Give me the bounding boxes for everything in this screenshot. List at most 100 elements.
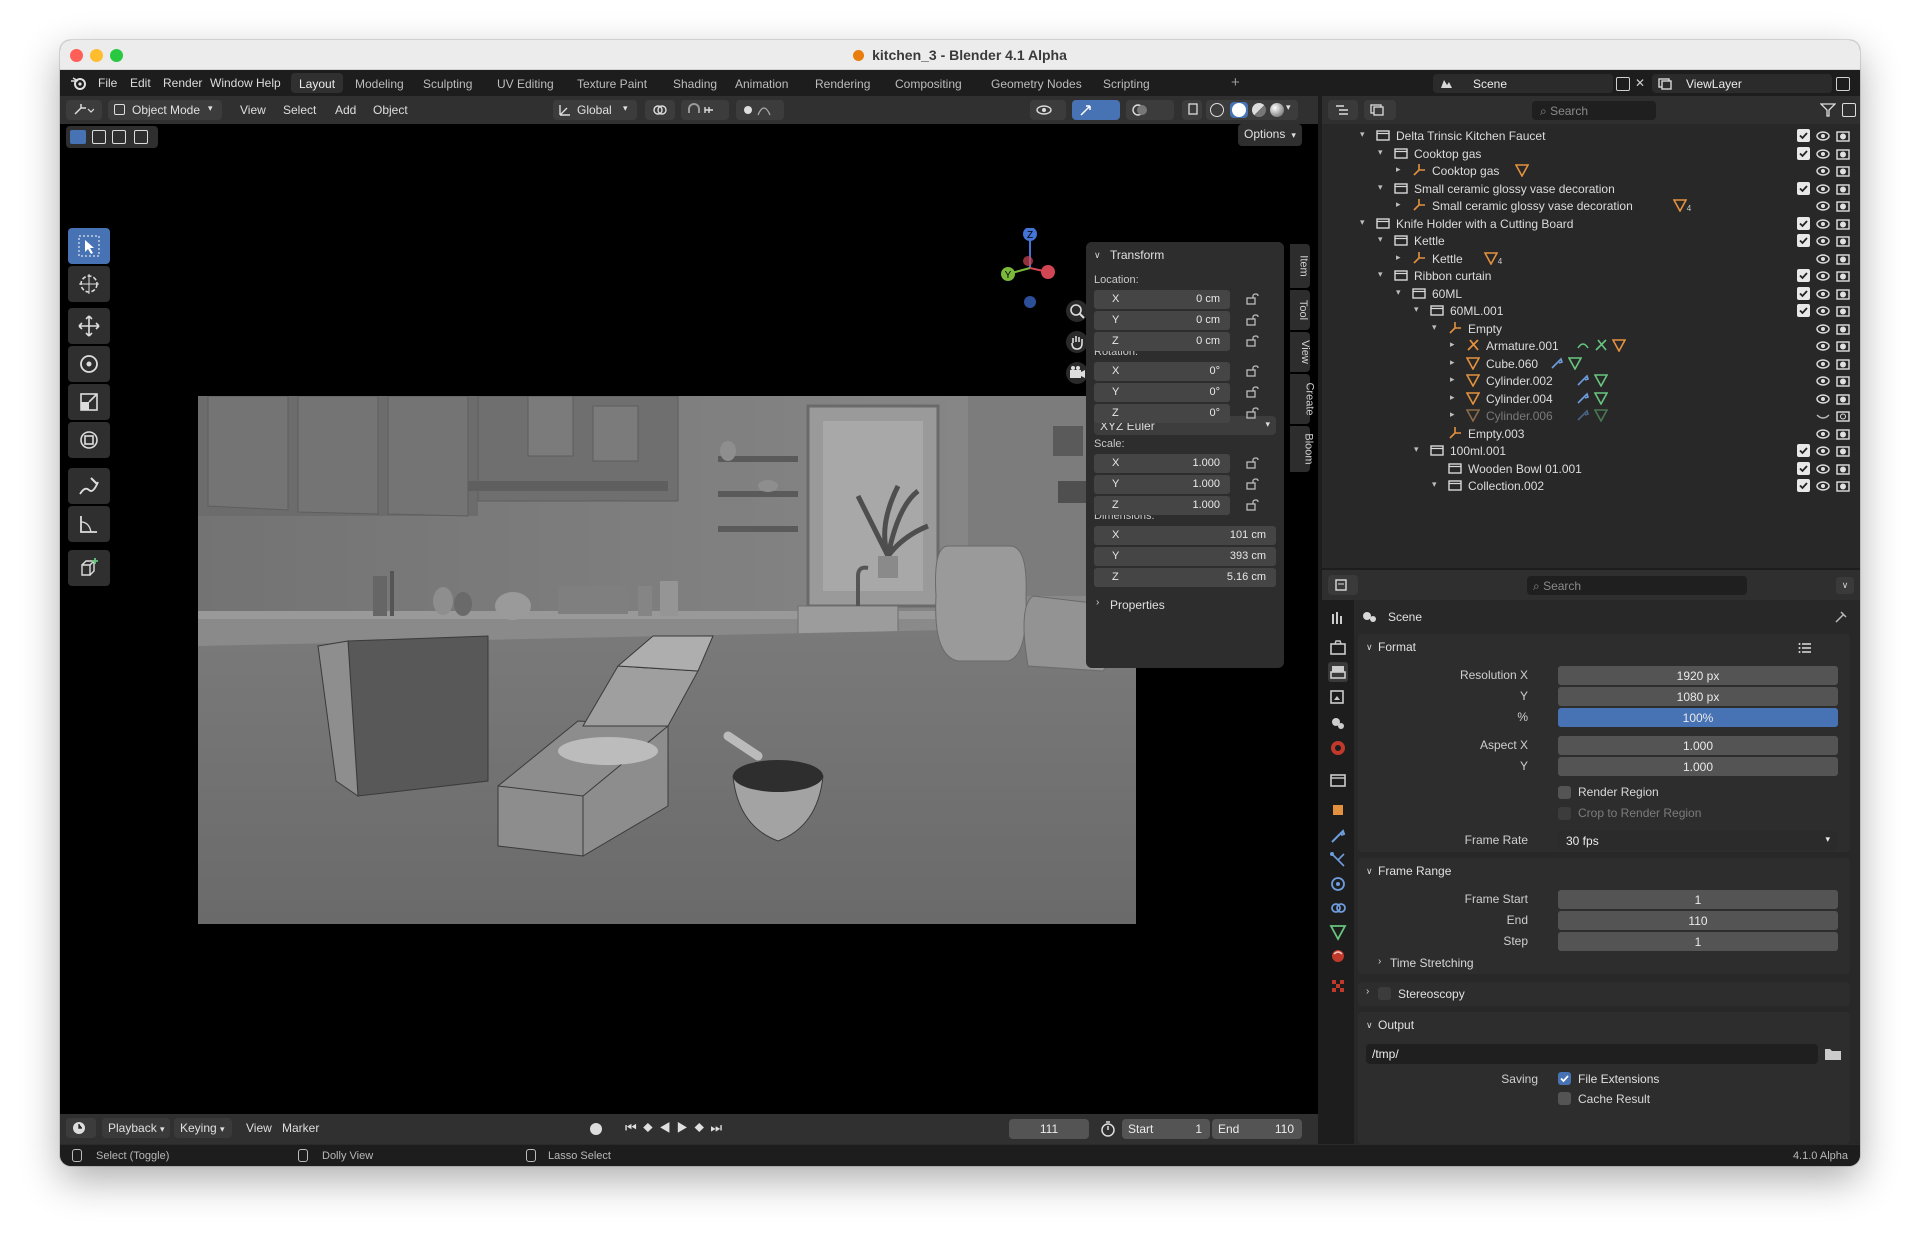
resolution-x-field[interactable]: 1920 px xyxy=(1558,666,1838,685)
pan-view-button[interactable] xyxy=(1066,331,1088,353)
texture-tab-icon[interactable] xyxy=(1328,976,1348,996)
location-z-field[interactable]: Z 0 cm xyxy=(1094,332,1230,351)
overlays-toggle[interactable] xyxy=(1126,100,1174,120)
aspect-x-field[interactable]: 1.000 xyxy=(1558,736,1838,755)
tab-animation[interactable]: Animation xyxy=(727,73,796,93)
chevron-down-icon[interactable]: ∨ xyxy=(1366,1020,1373,1031)
chevron-down-icon[interactable]: ▾ xyxy=(1414,444,1419,455)
modifier-tab-icon[interactable] xyxy=(1328,826,1348,846)
scale-x-field[interactable]: X 1.000 xyxy=(1094,454,1230,473)
unlock-icon[interactable] xyxy=(1246,478,1260,490)
gizmo-toggle[interactable] xyxy=(1072,100,1120,120)
render-camera-icon[interactable] xyxy=(1836,287,1850,301)
cache-result-checkbox[interactable] xyxy=(1558,1092,1571,1105)
stereoscopy-checkbox[interactable] xyxy=(1378,987,1391,1000)
unlock-icon[interactable] xyxy=(1246,335,1260,347)
render-camera-icon[interactable] xyxy=(1836,129,1850,143)
exclude-checkbox[interactable] xyxy=(1797,269,1810,282)
format-panel-title[interactable]: Format xyxy=(1378,640,1416,654)
frame-range-title[interactable]: Frame Range xyxy=(1378,864,1451,878)
particles-tab-icon[interactable] xyxy=(1328,850,1348,870)
chevron-down-icon[interactable]: ▾ xyxy=(1432,479,1437,490)
render-camera-icon[interactable] xyxy=(1836,409,1850,423)
scale-z-field[interactable]: Z 1.000 xyxy=(1094,496,1230,515)
render-camera-icon[interactable] xyxy=(1836,322,1850,336)
jump-end-icon[interactable]: ⏭ xyxy=(710,1120,728,1135)
eye-icon[interactable] xyxy=(1816,409,1830,423)
chevron-right-icon[interactable]: ▸ xyxy=(1450,357,1455,368)
eye-icon[interactable] xyxy=(1816,462,1830,476)
select-new-icon[interactable] xyxy=(70,130,86,144)
render-camera-icon[interactable] xyxy=(1836,269,1850,283)
chevron-down-icon[interactable]: ∨ xyxy=(1366,866,1373,877)
options-button[interactable]: Options ▾ xyxy=(1238,124,1302,146)
exclude-checkbox[interactable] xyxy=(1797,216,1810,230)
rotate-tool[interactable] xyxy=(68,346,110,382)
exclude-checkbox[interactable] xyxy=(1797,129,1810,142)
outliner-search[interactable]: ⌕ Search xyxy=(1532,101,1656,120)
frame-step-field[interactable]: 1 xyxy=(1558,932,1838,951)
rotation-x-field[interactable]: X 0° xyxy=(1094,362,1230,381)
exclude-checkbox[interactable] xyxy=(1797,461,1810,475)
eye-icon[interactable] xyxy=(1816,374,1830,388)
annotate-tool[interactable] xyxy=(68,468,110,504)
eye-icon[interactable] xyxy=(1816,269,1830,283)
time-stretching-subpanel[interactable]: Time Stretching xyxy=(1390,956,1474,970)
snapping-button[interactable] xyxy=(681,100,729,120)
tab-layout[interactable]: Layout xyxy=(291,73,344,93)
unlock-icon[interactable] xyxy=(1246,499,1260,511)
unlock-icon[interactable] xyxy=(1246,314,1260,326)
sidebar-tab-view[interactable]: View xyxy=(1290,332,1311,372)
dimensions-z-field[interactable]: Z 5.16 cm xyxy=(1094,568,1276,587)
object-tab-icon[interactable] xyxy=(1328,800,1348,820)
menu-help[interactable]: Help xyxy=(256,76,281,90)
frame-start-field[interactable]: 1 xyxy=(1558,890,1838,909)
material-shading-icon[interactable] xyxy=(1252,103,1266,117)
select-box-tool[interactable] xyxy=(68,228,110,264)
move-tool[interactable] xyxy=(68,308,110,344)
pin-icon[interactable] xyxy=(1834,610,1848,624)
start-frame-field[interactable]: Start 1 xyxy=(1122,1119,1210,1139)
outliner-editor-type[interactable] xyxy=(1328,100,1358,120)
collection-tab-icon[interactable] xyxy=(1328,770,1348,790)
resolution-percentage-field[interactable]: 100% xyxy=(1558,708,1838,727)
tab-rendering[interactable]: Rendering xyxy=(807,73,878,93)
unlock-icon[interactable] xyxy=(1246,457,1260,469)
tab-geometry-nodes[interactable]: Geometry Nodes xyxy=(983,73,1090,93)
transform-panel-title[interactable]: Transform xyxy=(1110,248,1164,262)
view-layer-tab-icon[interactable] xyxy=(1328,688,1348,708)
next-keyframe-icon[interactable]: ◆ xyxy=(694,1120,710,1135)
render-camera-icon[interactable] xyxy=(1836,234,1850,248)
eye-icon[interactable] xyxy=(1816,147,1830,161)
select-extend-icon[interactable] xyxy=(92,130,106,144)
render-camera-icon[interactable] xyxy=(1836,427,1850,441)
new-view-layer-icon[interactable] xyxy=(1836,77,1850,91)
exclude-checkbox[interactable] xyxy=(1797,234,1810,247)
chevron-down-icon[interactable]: ▾ xyxy=(1378,147,1383,158)
play-icon[interactable]: ▶ xyxy=(677,1120,695,1135)
sidebar-tab-create[interactable]: Create xyxy=(1290,374,1316,424)
tool-tab-icon[interactable] xyxy=(1328,608,1348,628)
render-camera-icon[interactable] xyxy=(1836,252,1850,266)
select-invert-icon[interactable] xyxy=(134,130,148,144)
location-y-field[interactable]: Y 0 cm xyxy=(1094,311,1230,330)
chevron-down-icon[interactable]: ▾ xyxy=(1378,182,1383,193)
camera-view-button[interactable] xyxy=(1066,362,1088,384)
sidebar-tab-bloom[interactable]: Bloom xyxy=(1290,426,1315,472)
render-tab-icon[interactable] xyxy=(1328,638,1348,658)
display-mode-dropdown[interactable] xyxy=(1364,100,1396,120)
eye-icon[interactable] xyxy=(1816,322,1830,336)
tab-uv-editing[interactable]: UV Editing xyxy=(489,73,562,93)
chevron-down-icon[interactable]: ∨ xyxy=(1366,642,1373,653)
xray-toggle[interactable] xyxy=(1182,100,1202,120)
outliner-row-collection[interactable]: ▾ Collection.002 xyxy=(1322,475,1860,496)
stopwatch-icon[interactable] xyxy=(1100,1121,1116,1137)
eye-icon[interactable] xyxy=(1816,392,1830,406)
eye-icon[interactable] xyxy=(1816,339,1830,353)
chevron-right-icon[interactable]: ▸ xyxy=(1450,374,1455,385)
unlock-icon[interactable] xyxy=(1246,365,1260,377)
unlock-icon[interactable] xyxy=(1246,293,1260,305)
transform-orientation-dropdown[interactable]: Global ▾ xyxy=(553,100,637,120)
proportional-editing-button[interactable] xyxy=(736,100,784,120)
tab-modeling[interactable]: Modeling xyxy=(347,73,412,93)
